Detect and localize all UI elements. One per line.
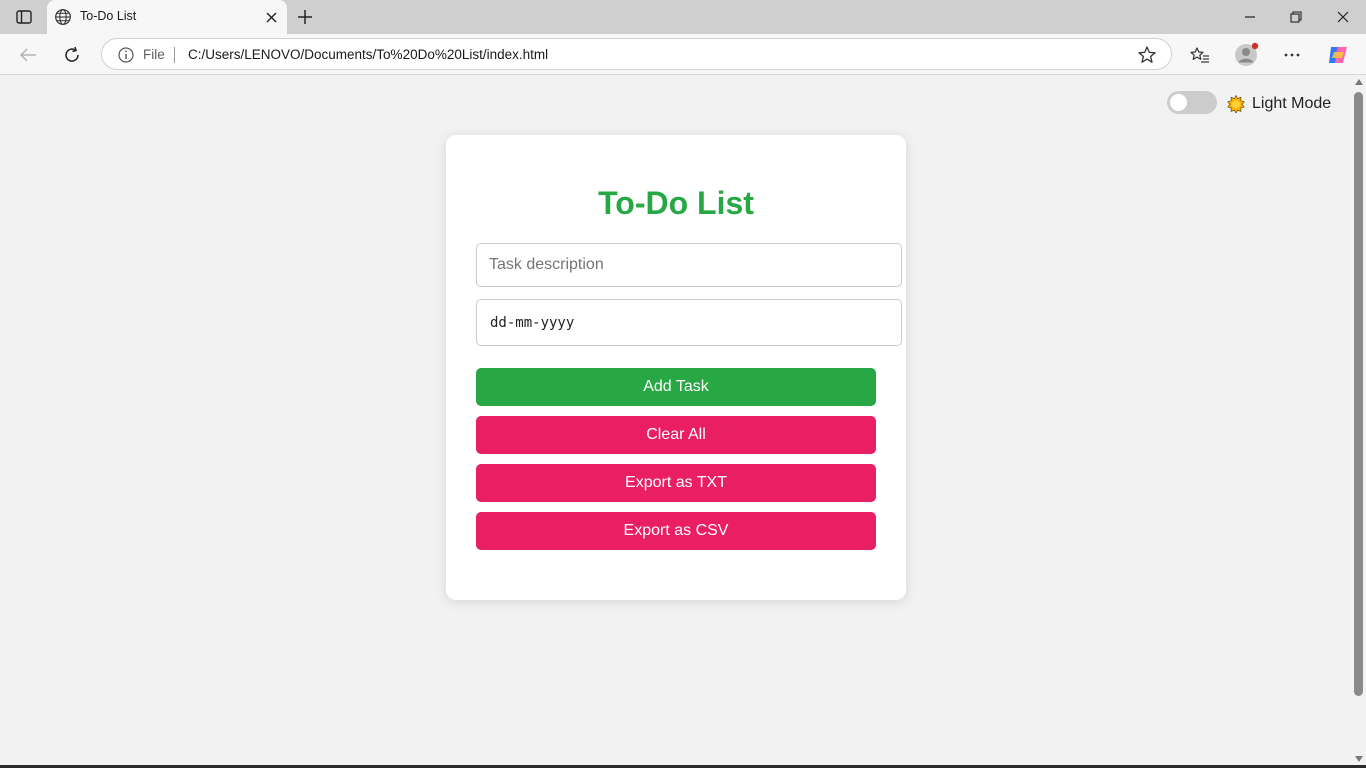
copilot-icon[interactable]: [1325, 42, 1351, 68]
export-txt-button[interactable]: Export as TXT: [476, 464, 876, 502]
scroll-thumb[interactable]: [1354, 92, 1363, 696]
export-csv-button[interactable]: Export as CSV: [476, 512, 876, 550]
address-bar[interactable]: File C:/Users/LENOVO/Documents/To%20Do%2…: [101, 38, 1172, 70]
close-icon[interactable]: [263, 9, 279, 25]
tab-strip: To-Do List: [0, 0, 1366, 34]
more-icon[interactable]: [1279, 42, 1305, 68]
globe-icon: [55, 9, 71, 25]
browser-toolbar: File C:/Users/LENOVO/Documents/To%20Do%2…: [0, 34, 1366, 75]
star-icon[interactable]: [1137, 45, 1157, 65]
tab-title: To-Do List: [80, 9, 137, 23]
theme-label-text: Light Mode: [1252, 95, 1332, 112]
scroll-up-arrow[interactable]: [1355, 79, 1363, 85]
profile-icon[interactable]: [1233, 42, 1259, 68]
favorites-icon[interactable]: [1187, 42, 1213, 68]
theme-toggle-knob: [1170, 94, 1187, 111]
tab-actions-icon[interactable]: [12, 6, 36, 28]
back-arrow-icon[interactable]: [15, 42, 41, 68]
theme-toggle[interactable]: [1167, 91, 1217, 114]
sun-icon: [1227, 95, 1245, 113]
due-date-input[interactable]: dd-mm-yyyy: [476, 299, 902, 346]
add-task-button[interactable]: Add Task: [476, 368, 876, 406]
clear-all-button[interactable]: Clear All: [476, 416, 876, 454]
page-viewport: Light Mode To-Do List dd-mm-yyyy Add Tas…: [0, 75, 1352, 768]
todo-card: To-Do List dd-mm-yyyy Add Task Clear All…: [446, 135, 906, 600]
address-url[interactable]: C:/Users/LENOVO/Documents/To%20Do%20List…: [188, 47, 548, 62]
page-scrollbar[interactable]: [1352, 75, 1366, 768]
restore-icon[interactable]: [1273, 0, 1319, 34]
minimize-icon[interactable]: [1227, 0, 1273, 34]
address-divider: [174, 47, 175, 63]
info-icon[interactable]: [117, 46, 135, 64]
task-description-input[interactable]: [476, 243, 902, 287]
refresh-icon[interactable]: [59, 42, 85, 68]
window-close-icon[interactable]: [1320, 0, 1366, 34]
browser-tab[interactable]: To-Do List: [47, 0, 287, 34]
scroll-down-arrow[interactable]: [1355, 756, 1363, 762]
page-title: To-Do List: [598, 185, 754, 221]
due-date-value: dd-mm-yyyy: [490, 315, 575, 331]
address-scheme: File: [143, 47, 165, 62]
plus-icon[interactable]: [294, 6, 316, 28]
theme-label: Light Mode: [1227, 95, 1331, 113]
